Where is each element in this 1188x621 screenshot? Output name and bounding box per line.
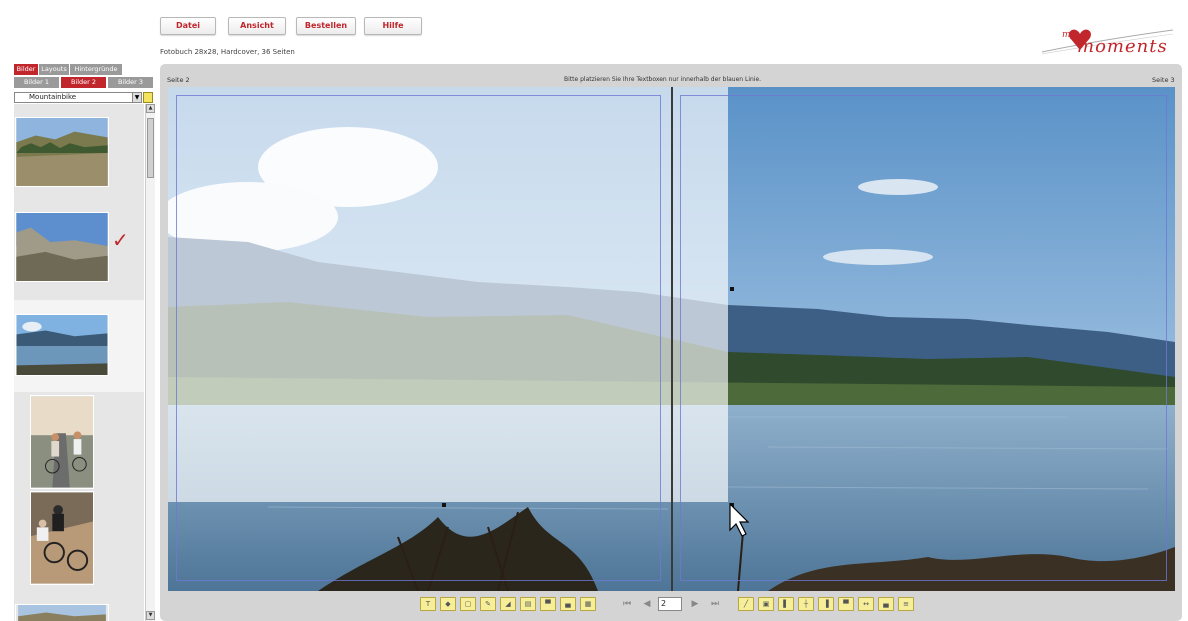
app-window: Datei Ansicht Bestellen Hilfe Fotobuch 2… xyxy=(0,0,1188,621)
tab-images-2[interactable]: Bilder 2 xyxy=(61,77,106,88)
photobook-spread[interactable] xyxy=(168,87,1175,591)
tab-layouts[interactable]: Layouts xyxy=(39,64,69,75)
menu-order-button[interactable]: Bestellen xyxy=(296,17,356,35)
right-page-label: Seite 3 xyxy=(1152,76,1175,84)
tab-images-3[interactable]: Bilder 3 xyxy=(108,77,153,88)
menu-view-button[interactable]: Ansicht xyxy=(228,17,286,35)
scroll-down-icon[interactable]: ▼ xyxy=(146,611,155,620)
bring-front-icon[interactable]: ▀ xyxy=(540,597,556,611)
layout-icon[interactable]: ▣ xyxy=(758,597,774,611)
grid-icon[interactable]: ≡ xyxy=(898,597,914,611)
logo-text: moments xyxy=(1077,36,1168,57)
prev-page-icon[interactable]: ◀ xyxy=(640,597,654,611)
tab-backgrounds[interactable]: Hintergründe xyxy=(70,64,122,75)
resize-handle[interactable] xyxy=(442,503,446,507)
copy-icon[interactable]: ▢ xyxy=(460,597,476,611)
image-tool-icon[interactable]: ◆ xyxy=(440,597,456,611)
tab-images-1[interactable]: Bilder 1 xyxy=(14,77,59,88)
fill-icon[interactable]: ◢ xyxy=(500,597,516,611)
align-center-icon[interactable]: ┼ xyxy=(798,597,814,611)
align-right-icon[interactable]: ▐ xyxy=(818,597,834,611)
scroll-up-icon[interactable]: ▲ xyxy=(146,104,155,113)
folder-select[interactable]: Mountainbike xyxy=(14,92,142,103)
slash-icon[interactable]: ╱ xyxy=(738,597,754,611)
last-page-icon[interactable]: ⏭ xyxy=(708,597,722,611)
cursor-icon xyxy=(729,502,750,537)
thumbnail-image[interactable] xyxy=(30,395,94,489)
brush-icon[interactable]: ✎ xyxy=(480,597,496,611)
chevron-down-icon[interactable]: ▼ xyxy=(132,93,141,102)
thumbnail-image[interactable] xyxy=(30,491,94,585)
distribute-icon[interactable]: ↔ xyxy=(858,597,874,611)
left-page-label: Seite 2 xyxy=(167,76,190,84)
logo-prefix: my xyxy=(1062,30,1076,40)
thumbnail-image[interactable] xyxy=(15,604,109,621)
book-spine xyxy=(671,87,673,591)
product-description: Fotobuch 28x28, Hardcover, 36 Seiten xyxy=(160,48,295,56)
send-back-icon[interactable]: ▄ xyxy=(560,597,576,611)
text-tool-icon[interactable]: T xyxy=(420,597,436,611)
next-page-icon[interactable]: ▶ xyxy=(688,597,702,611)
textbox-hint: Bitte platzieren Sie Ihre Textboxen nur … xyxy=(564,76,762,83)
right-safe-zone-guide xyxy=(680,95,1167,581)
align-top-icon[interactable]: ▀ xyxy=(838,597,854,611)
thumbnail-image[interactable] xyxy=(15,314,109,376)
selected-check-icon: ✓ xyxy=(112,228,129,252)
align-icon[interactable]: ▦ xyxy=(580,597,596,611)
thumbnail-image[interactable] xyxy=(15,212,109,282)
scroll-thumb[interactable] xyxy=(147,118,154,178)
menu-help-button[interactable]: Hilfe xyxy=(364,17,422,35)
page-number-input[interactable]: 2 xyxy=(658,597,682,611)
first-page-icon[interactable]: ⏮ xyxy=(620,597,634,611)
trash-icon[interactable]: ▤ xyxy=(520,597,536,611)
align-left-icon[interactable]: ▌ xyxy=(778,597,794,611)
thumbnail-image[interactable] xyxy=(15,117,109,187)
thumbnail-list xyxy=(14,104,144,621)
align-bottom-icon[interactable]: ▄ xyxy=(878,597,894,611)
resize-handle[interactable] xyxy=(730,287,734,291)
folder-icon[interactable] xyxy=(143,92,153,103)
menu-file-button[interactable]: Datei xyxy=(160,17,216,35)
left-safe-zone-guide xyxy=(176,95,661,581)
thumbnail-scrollbar[interactable]: ▲ ▼ xyxy=(145,104,155,621)
tab-images[interactable]: Bilder xyxy=(14,64,38,75)
